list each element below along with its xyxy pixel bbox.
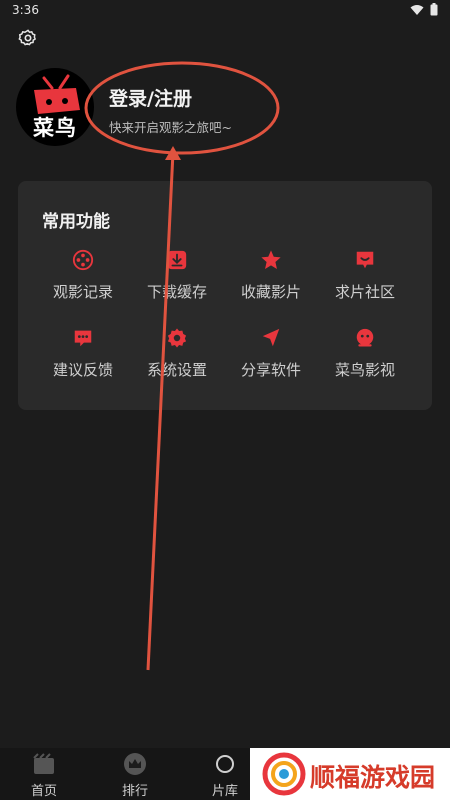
avatar-label: 菜鸟: [33, 116, 77, 140]
feature-downloads[interactable]: 下载缓存: [132, 249, 222, 302]
watermark: 顺福游戏园: [250, 748, 450, 800]
nav-home[interactable]: 首页: [14, 752, 74, 799]
annotation-arrow-head: [165, 146, 181, 160]
feature-label: 菜鸟影视: [334, 361, 395, 379]
gear-icon[interactable]: [18, 28, 38, 48]
feature-label: 收藏影片: [240, 283, 301, 301]
login-subtitle: 快来开启观影之旅吧~: [109, 120, 232, 135]
common-features-card: 常用功能 观影记录 下载缓存 收藏影片 求片社区 建议反馈 系统设置 分享软件 …: [18, 181, 432, 410]
feature-label: 求片社区: [334, 283, 395, 301]
feature-cainiao-video[interactable]: 菜鸟影视: [320, 327, 410, 380]
status-time: 3:36: [12, 3, 39, 17]
card-title: 常用功能: [42, 212, 110, 232]
app-logo-icon: [356, 328, 374, 347]
feature-favorites[interactable]: 收藏影片: [226, 249, 316, 302]
feature-share-app[interactable]: 分享软件: [226, 327, 316, 380]
nav-label: 首页: [30, 784, 57, 799]
status-icons: [410, 3, 438, 16]
feature-label: 系统设置: [146, 361, 207, 379]
login-register-link[interactable]: 登录/注册: [109, 84, 192, 111]
chat-bubble-icon: [356, 251, 374, 269]
wifi-icon: [410, 4, 424, 15]
status-bar: 3:36: [0, 0, 450, 22]
nav-label: 排行: [121, 784, 148, 799]
feature-label: 分享软件: [240, 361, 301, 379]
film-reel-icon: [72, 249, 94, 271]
nav-label: 片库: [211, 784, 238, 799]
battery-icon: [430, 3, 438, 16]
home-icon: [33, 753, 54, 774]
library-icon: [216, 755, 234, 773]
feature-label: 观影记录: [52, 283, 113, 301]
crown-icon: [124, 753, 146, 775]
feature-request-community[interactable]: 求片社区: [320, 249, 410, 302]
feature-label: 下载缓存: [146, 283, 207, 301]
settings-icon: [167, 328, 187, 348]
download-icon: [167, 250, 187, 270]
watermark-logo-icon: [262, 752, 306, 796]
nav-ranking[interactable]: 排行: [105, 752, 165, 799]
nav-library[interactable]: 片库: [195, 752, 255, 799]
feedback-icon: [74, 330, 92, 347]
feature-watch-history[interactable]: 观影记录: [38, 249, 128, 302]
feature-feedback[interactable]: 建议反馈: [38, 327, 128, 380]
feature-system-settings[interactable]: 系统设置: [132, 327, 222, 380]
feature-label: 建议反馈: [52, 361, 113, 379]
share-icon: [262, 328, 280, 347]
star-icon: [261, 250, 281, 269]
avatar[interactable]: 菜鸟: [16, 68, 94, 146]
watermark-text: 顺福游戏园: [310, 763, 436, 792]
